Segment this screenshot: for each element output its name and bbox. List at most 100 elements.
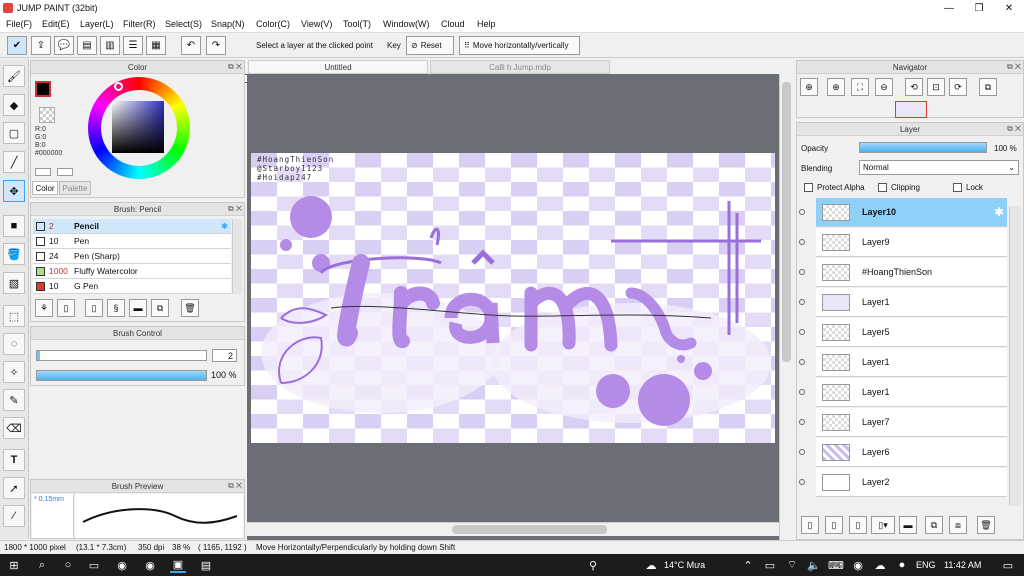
grid-icon[interactable]: ▦ bbox=[146, 36, 166, 55]
color-mode-icon-2[interactable] bbox=[57, 168, 73, 176]
speech-bubble-icon[interactable]: 💬 bbox=[54, 36, 74, 55]
panel-controls-icon[interactable]: ⧉ ✕ bbox=[228, 204, 242, 214]
document-icon[interactable]: ▥ bbox=[100, 36, 120, 55]
app-taskbar-icon[interactable]: ▤ bbox=[198, 557, 214, 573]
panel-controls-icon[interactable]: ⧉ ✕ bbox=[1007, 124, 1021, 134]
select-pen-icon[interactable]: ✎ bbox=[3, 389, 25, 411]
magic-wand-icon[interactable]: ✧ bbox=[3, 361, 25, 383]
duplicate-layer-icon[interactable]: ⧉ bbox=[925, 516, 943, 534]
layer-row[interactable]: Layer6 bbox=[799, 438, 1007, 467]
lock-checkbox[interactable] bbox=[953, 183, 962, 192]
vertical-scrollbar[interactable] bbox=[779, 74, 793, 540]
saturation-square[interactable] bbox=[112, 101, 164, 153]
list-icon[interactable]: ☰ bbox=[123, 36, 143, 55]
zoom-plus-icon[interactable]: ⊕ bbox=[827, 78, 845, 96]
layer-row[interactable]: Layer2 bbox=[799, 468, 1007, 497]
jump-paint-taskbar-icon[interactable]: ▣ bbox=[170, 557, 186, 573]
fit-view-icon[interactable]: ⛶ bbox=[851, 78, 869, 96]
menu-view[interactable]: View(V) bbox=[301, 19, 332, 29]
color-mode-icon-1[interactable] bbox=[35, 168, 51, 176]
layer-row[interactable]: Layer1 bbox=[799, 348, 1007, 377]
navigator-thumbnail[interactable] bbox=[895, 101, 927, 118]
brush-size-slider[interactable] bbox=[36, 350, 207, 361]
reset-view-icon[interactable]: ⊡ bbox=[927, 78, 945, 96]
hue-wheel[interactable] bbox=[88, 77, 190, 179]
restore-button[interactable]: ❐ bbox=[964, 0, 994, 17]
brush-item[interactable]: 1000 Fluffy Watercolor bbox=[33, 264, 231, 279]
gear-icon[interactable]: ✱ bbox=[994, 205, 1004, 219]
chrome-icon[interactable]: ◉ bbox=[114, 557, 130, 573]
brush-script-icon[interactable]: § bbox=[107, 299, 125, 317]
merge-layer-icon[interactable]: ⧈ bbox=[949, 516, 967, 534]
tab-color[interactable]: Color bbox=[32, 181, 58, 195]
menu-cloud[interactable]: Cloud bbox=[441, 19, 465, 29]
task-view-icon[interactable]: ▭ bbox=[86, 557, 102, 573]
zoom-out-icon[interactable]: ⊖ bbox=[875, 78, 893, 96]
new-layer-8bit-icon[interactable]: ▯ bbox=[825, 516, 843, 534]
menu-help[interactable]: Help bbox=[477, 19, 496, 29]
clipping-checkbox[interactable] bbox=[878, 183, 887, 192]
windows-start-icon[interactable]: ⊞ bbox=[6, 557, 22, 573]
visibility-icon[interactable] bbox=[799, 329, 805, 335]
blending-select[interactable]: Normal ⌄ bbox=[859, 160, 1019, 175]
panel-controls-icon[interactable]: ⧉ ✕ bbox=[1007, 62, 1021, 72]
brush-new-icon[interactable]: ▯ bbox=[57, 299, 75, 317]
protect-alpha-checkbox[interactable] bbox=[804, 183, 813, 192]
tab-palette[interactable]: Palette bbox=[59, 181, 91, 195]
visibility-icon[interactable] bbox=[799, 359, 805, 365]
layer-row[interactable]: #HoangThienSon bbox=[799, 258, 1007, 287]
vertical-scroll-thumb[interactable] bbox=[782, 82, 791, 362]
brush-item[interactable]: 2 Pencil ✱ bbox=[33, 219, 231, 234]
menu-tool[interactable]: Tool(T) bbox=[343, 19, 371, 29]
menu-select[interactable]: Select(S) bbox=[165, 19, 202, 29]
zoom-in-icon[interactable]: ⊕ bbox=[800, 78, 818, 96]
layer-row[interactable]: Layer7 bbox=[799, 408, 1007, 437]
brush-tool-icon[interactable]: 🖌 bbox=[3, 65, 25, 87]
onedrive-icon[interactable]: ☁ bbox=[872, 557, 888, 573]
select-eraser-icon[interactable]: ⌫ bbox=[3, 417, 25, 439]
visibility-icon[interactable] bbox=[799, 299, 805, 305]
panel-controls-icon[interactable]: ⧉ ✕ bbox=[228, 62, 242, 72]
brush-item[interactable]: 24 Pen (Sharp) bbox=[33, 249, 231, 264]
check-icon[interactable]: ✔ bbox=[7, 36, 27, 55]
language-indicator[interactable]: ENG bbox=[916, 560, 936, 570]
new-layer-icon[interactable]: ▯ bbox=[801, 516, 819, 534]
layer-row[interactable]: Layer10 ✱ bbox=[799, 198, 1007, 227]
hue-handle[interactable] bbox=[114, 82, 123, 91]
visibility-icon[interactable] bbox=[799, 269, 805, 275]
eyedropper-icon[interactable]: ⁄ bbox=[3, 505, 25, 527]
layer-folder-icon[interactable]: ▬ bbox=[899, 516, 917, 534]
brush-item[interactable]: 10 G Pen bbox=[33, 279, 231, 294]
tab-calli-jump[interactable]: Calli h Jump.mdp bbox=[430, 60, 610, 74]
cortana-icon[interactable]: ○ bbox=[60, 557, 76, 573]
gradient-tool-icon[interactable]: ▧ bbox=[3, 272, 25, 294]
eye-icon[interactable]: ◉ bbox=[850, 557, 866, 573]
battery-icon[interactable]: ▭ bbox=[762, 557, 778, 573]
menu-snap[interactable]: Snap(N) bbox=[211, 19, 245, 29]
minimize-button[interactable]: — bbox=[934, 0, 964, 17]
menu-layer[interactable]: Layer(L) bbox=[80, 19, 114, 29]
rotate-right-icon[interactable]: ⟳ bbox=[949, 78, 967, 96]
text-tool-icon[interactable]: T bbox=[3, 449, 25, 471]
comment-icon[interactable]: ▤ bbox=[77, 36, 97, 55]
foreground-color-swatch[interactable] bbox=[35, 81, 51, 97]
brush-delete-icon[interactable]: 🗑 bbox=[181, 299, 199, 317]
close-button[interactable]: ✕ bbox=[994, 0, 1024, 17]
menu-filter[interactable]: Filter(R) bbox=[123, 19, 156, 29]
visibility-icon[interactable] bbox=[799, 239, 805, 245]
new-layer-1bit-icon[interactable]: ▯ bbox=[849, 516, 867, 534]
reset-button[interactable]: ⊘ Reset bbox=[406, 36, 454, 55]
visibility-icon[interactable] bbox=[799, 209, 805, 215]
tab-untitled[interactable]: Untitled bbox=[248, 60, 428, 74]
fill-rect-tool-icon[interactable]: ■ bbox=[3, 215, 25, 237]
undo-icon[interactable]: ↶ bbox=[181, 36, 201, 55]
browser-icon[interactable]: ◉ bbox=[142, 557, 158, 573]
volume-icon[interactable]: 🔈 bbox=[806, 557, 822, 573]
menu-file[interactable]: File(F) bbox=[6, 19, 32, 29]
layer-list-scrollbar[interactable] bbox=[1009, 206, 1021, 506]
artwork-canvas[interactable]: #HoangThienSon @Starboy1123 #Hoidap247 bbox=[251, 153, 775, 443]
export-icon[interactable]: ⇪ bbox=[31, 36, 51, 55]
person-icon[interactable]: ⚲ bbox=[585, 557, 601, 573]
layer-row[interactable]: Layer1 bbox=[799, 378, 1007, 407]
network-icon[interactable]: ⌔ bbox=[784, 557, 800, 573]
